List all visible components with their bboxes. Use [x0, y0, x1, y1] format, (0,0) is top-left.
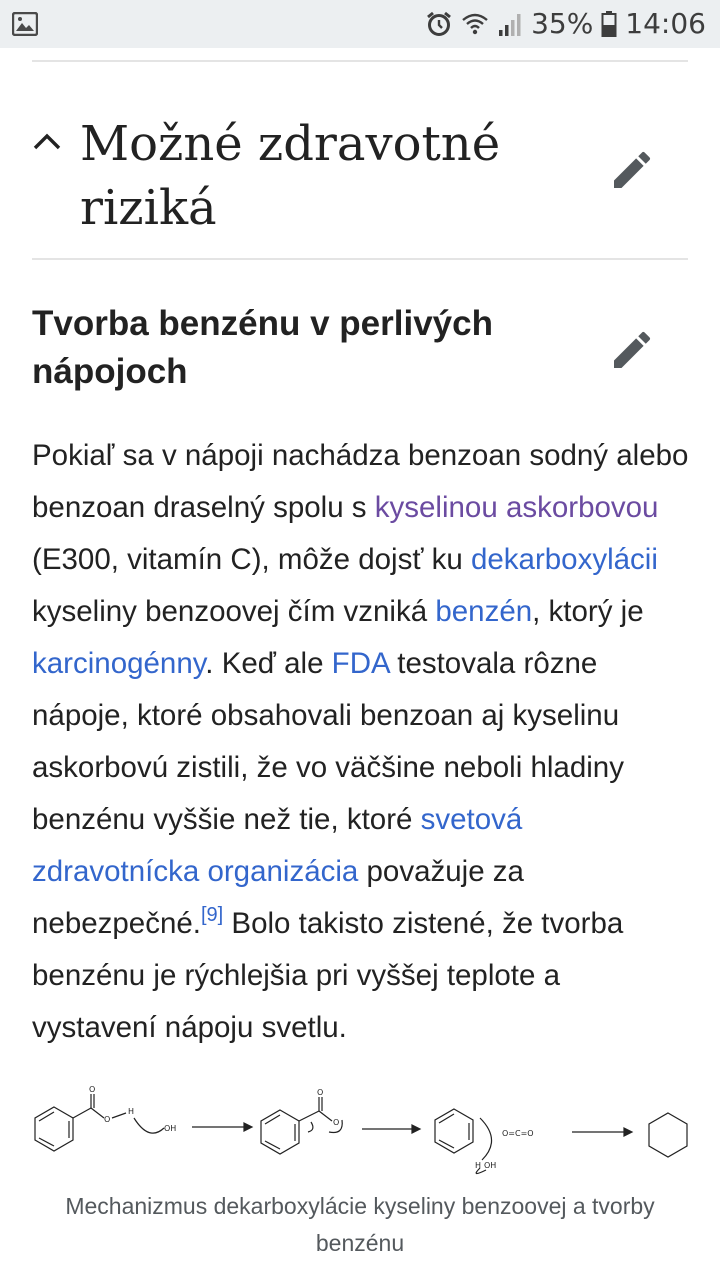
svg-text:H: H: [128, 1107, 134, 1116]
svg-text:O: O: [104, 1115, 110, 1124]
svg-text:H: H: [475, 1161, 481, 1170]
reference-link[interactable]: [9]: [201, 904, 223, 926]
section-title: Možné zdravotné riziká: [80, 116, 501, 236]
electron-arrow-2: [307, 1121, 314, 1133]
svg-text:O: O: [333, 1118, 339, 1127]
link-fda[interactable]: FDA: [332, 647, 389, 680]
svg-text:OH: OH: [484, 1161, 496, 1170]
top-divider: [32, 60, 688, 62]
pencil-icon[interactable]: [608, 146, 656, 194]
benzene-ring-3: [434, 1108, 474, 1154]
battery-percent: 35%: [531, 7, 594, 40]
image-icon: [12, 12, 38, 36]
link-karcinogenny[interactable]: karcinogénny: [32, 647, 205, 680]
figure-caption: Mechanizmus dekarboxylácie kyseliny benz…: [65, 1193, 655, 1256]
status-bar: 35% 14:06: [0, 0, 720, 48]
article-paragraph: Pokiaľ sa v nápoji nachádza benzoan sodn…: [32, 439, 689, 1044]
wifi-icon: [462, 13, 488, 35]
benzene-ring-1: [34, 1106, 74, 1152]
benzene-ring-2: [260, 1109, 300, 1155]
electron-arrow-1: [133, 1117, 165, 1134]
link-benzen[interactable]: benzén: [435, 595, 532, 628]
benzene-ring-4: [648, 1112, 688, 1158]
subsection-title: Tvorba benzénu v perlivých nápojoch: [32, 304, 493, 391]
electron-arrow-4: [479, 1117, 493, 1161]
chevron-up-icon[interactable]: [32, 126, 62, 156]
svg-text:O: O: [317, 1088, 323, 1097]
decarboxylation-mechanism-figure[interactable]: O O H OH O O O=C=O H OH: [24, 1080, 696, 1180]
pencil-icon[interactable]: [608, 326, 656, 374]
section-divider: [32, 258, 688, 260]
battery-icon: [601, 11, 617, 37]
svg-text:O=C=O: O=C=O: [502, 1129, 534, 1138]
link-dekarboxylacii[interactable]: dekarboxylácii: [471, 543, 658, 576]
signal-icon: [499, 14, 521, 36]
section-header[interactable]: Možné zdravotné riziká: [32, 112, 688, 236]
svg-text:OH: OH: [164, 1124, 176, 1133]
alarm-icon: [427, 11, 451, 36]
svg-text:O: O: [89, 1085, 95, 1094]
clock: 14:06: [625, 7, 706, 40]
link-kyselinou-askorbovou[interactable]: kyselinou askorbovou: [375, 491, 659, 524]
